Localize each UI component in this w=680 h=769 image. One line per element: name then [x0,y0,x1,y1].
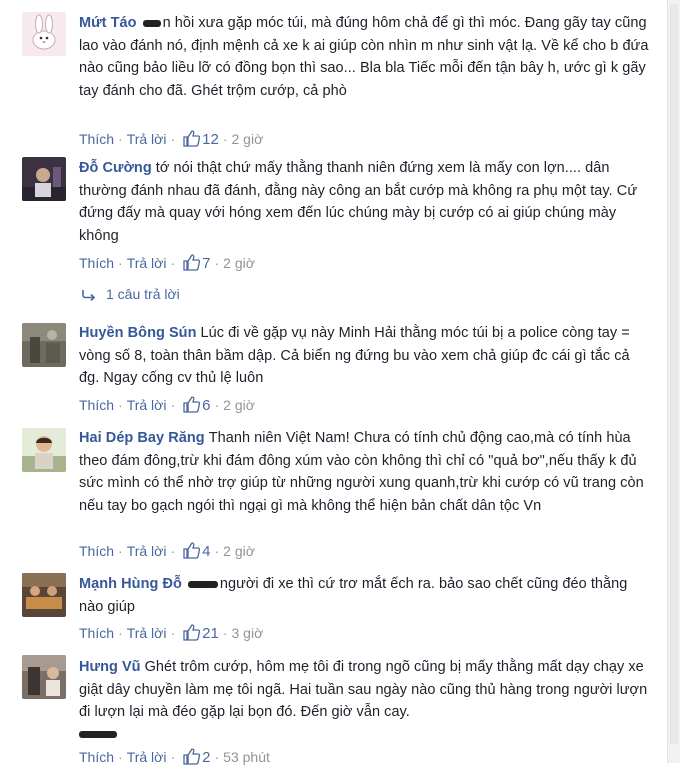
comment-text: n hồi xưa gặp móc túi, mà đúng hôm chả đ… [79,15,649,99]
timestamp[interactable]: 2 giờ [223,543,255,559]
timestamp[interactable]: 3 giờ [232,625,264,641]
reply-link[interactable]: Trả lời [127,397,167,413]
reply-link[interactable]: Trả lời [127,543,167,559]
avatar[interactable] [22,12,66,56]
comment-body: Huyền Bông Sún Lúc đi về gặp vụ này Minh … [79,322,654,390]
comment-actions: Thích · Trả lời · 12 · 2 giờ [79,130,263,151]
timestamp[interactable]: 2 giờ [223,255,255,271]
comment-text: tớ nói thật chứ mấy thằng thanh niên đứn… [79,160,638,244]
like-count[interactable]: 21 [202,625,219,642]
like-link[interactable]: Thích [79,397,114,413]
redaction-mark [79,731,117,739]
like-link[interactable]: Thích [79,255,114,271]
timestamp[interactable]: 2 giờ [223,397,255,413]
like-count[interactable]: 2 [202,749,210,766]
comment-feed: Mứt Táo n hồi xưa gặp móc túi, mà đúng hô… [0,0,668,766]
like-count[interactable]: 12 [202,131,219,148]
comment-body: Mứt Táo n hồi xưa gặp móc túi, mà đúng hô… [79,12,654,102]
comment-body: Hưng Vũ Ghét trôm cướp, hôm mẹ tôi đi tro… [79,656,654,746]
author-name[interactable]: Huyền Bông Sún [79,325,197,341]
like-link[interactable]: Thích [79,625,114,641]
replies-count-label[interactable]: 1 câu trả lời [106,286,180,302]
redaction-mark [142,19,161,27]
avatar[interactable] [22,655,66,699]
thumbs-up-icon [183,396,201,417]
like-link[interactable]: Thích [79,543,114,559]
comment-actions: Thích · Trả lời · 4 · 2 giờ [79,542,255,563]
comment-actions: Thích · Trả lời · 6 · 2 giờ [79,396,255,417]
comment-actions: Thích · Trả lời · 21 · 3 giờ [79,624,263,645]
reply-link[interactable]: Trả lời [127,131,167,147]
reply-link[interactable]: Trả lời [127,625,167,641]
like-count[interactable]: 6 [202,397,210,414]
scrollbar[interactable] [667,0,680,763]
redaction-mark [187,580,218,588]
comment-actions: Thích · Trả lời · 2 · 53 phút [79,748,270,769]
like-count[interactable]: 7 [202,255,210,272]
thumbs-up-icon [183,130,201,151]
view-replies-link[interactable]: 1 câu trả lời [82,286,180,304]
author-name[interactable]: Đỗ Cường [79,160,152,176]
author-name[interactable]: Mạnh Hùng Đỗ [79,576,182,592]
thumbs-up-icon [183,748,201,769]
thumbs-up-icon [183,542,201,563]
comment-actions: Thích · Trả lời · 7 · 2 giờ [79,254,255,275]
reply-link[interactable]: Trả lời [127,255,167,271]
avatar[interactable] [22,573,66,617]
comment-body: Đỗ Cường tớ nói thật chứ mấy thằng thanh … [79,157,654,247]
like-link[interactable]: Thích [79,131,114,147]
author-name[interactable]: Hai Dép Bay Răng [79,430,205,446]
author-name[interactable]: Mứt Táo [79,15,137,31]
author-name[interactable]: Hưng Vũ [79,659,141,675]
avatar[interactable] [22,157,66,201]
avatar[interactable] [22,428,66,472]
thumbs-up-icon [183,254,201,275]
comment-body: Hai Dép Bay Răng Thanh niên Việt Nam! Chư… [79,427,654,517]
comment-text: Ghét trôm cướp, hôm mẹ tôi đi trong ngõ … [79,659,648,720]
timestamp[interactable]: 2 giờ [232,131,264,147]
like-count[interactable]: 4 [202,543,210,560]
avatar[interactable] [22,323,66,367]
scrollbar-thumb[interactable] [670,4,678,744]
comment-body: Mạnh Hùng Đỗ người đi xe thì cứ trơ mắt ế… [79,573,654,618]
reply-arrow-icon [82,288,96,304]
thumbs-up-icon [183,624,201,645]
